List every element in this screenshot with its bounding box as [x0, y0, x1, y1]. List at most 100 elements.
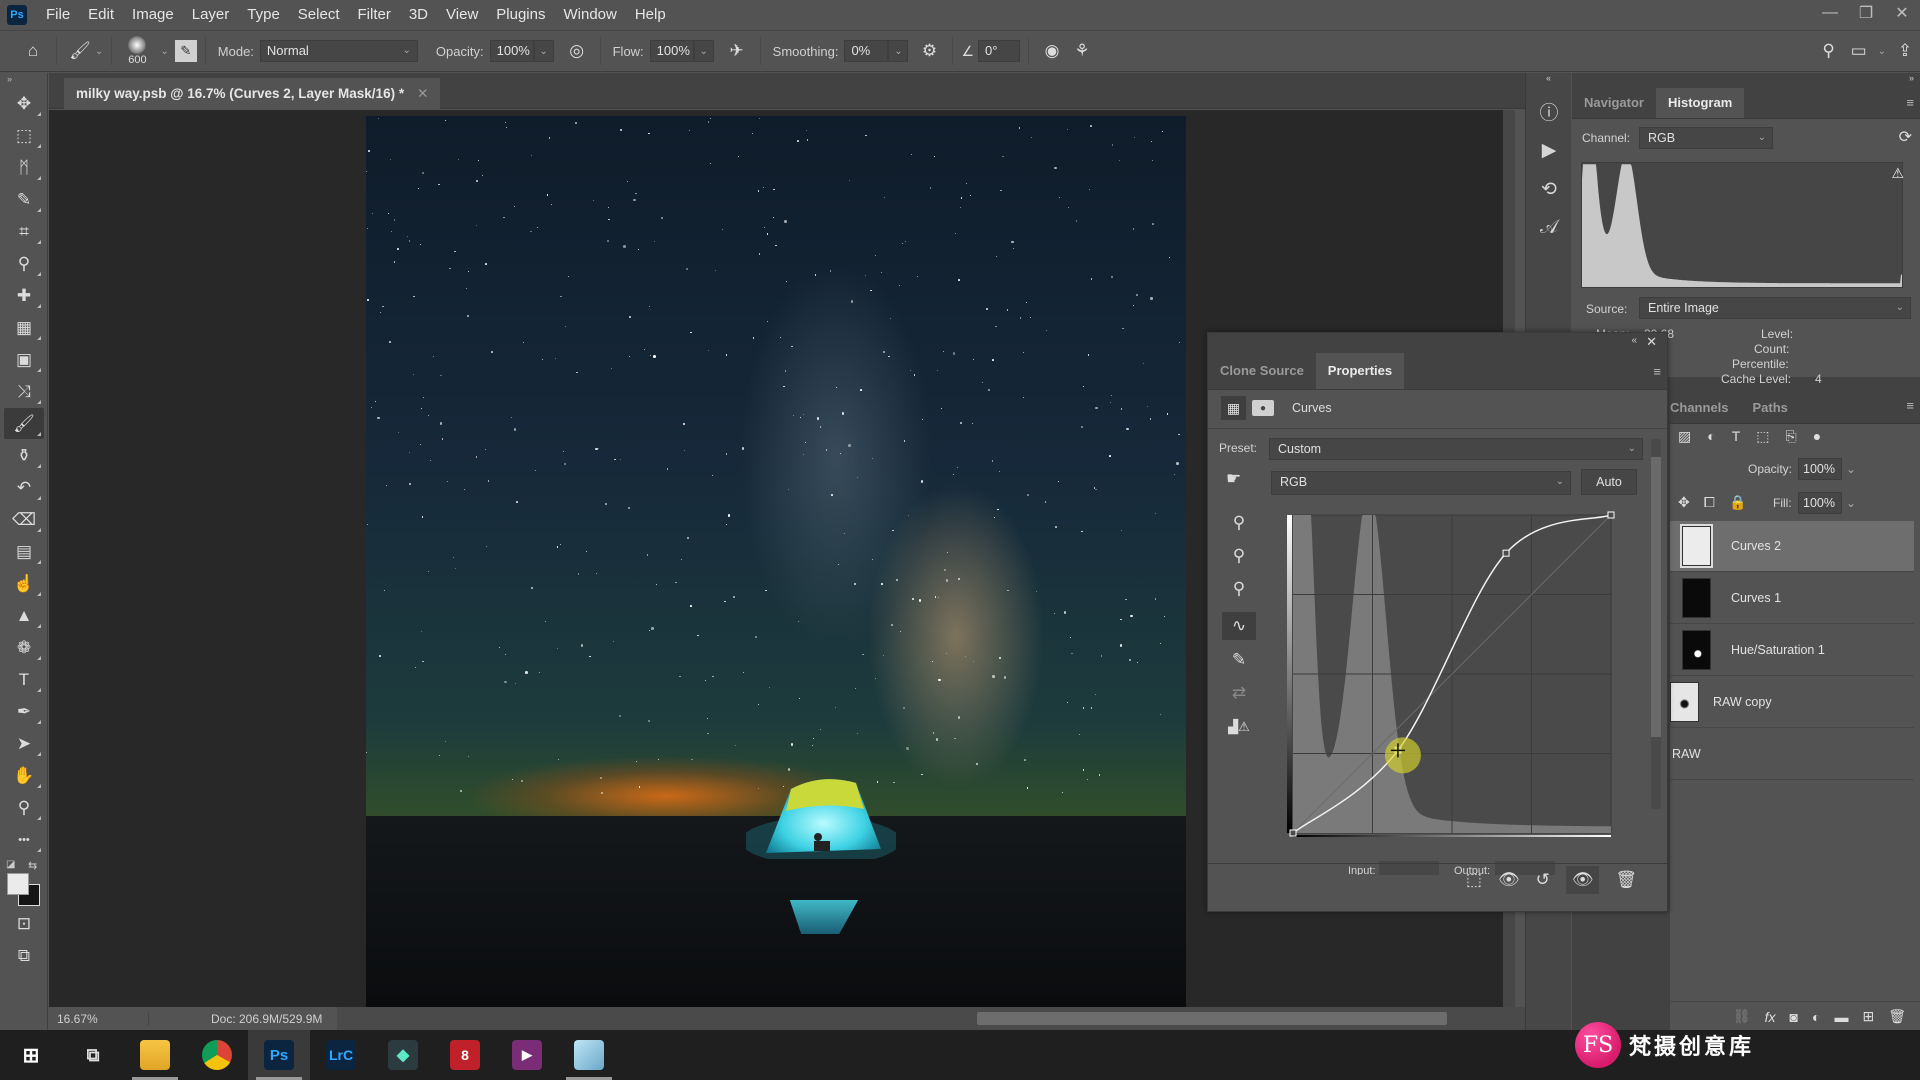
menu-view[interactable]: View — [437, 0, 487, 29]
smoothing-dropdown[interactable]: ⌄ — [888, 40, 909, 62]
path-selection-tool[interactable]: ➤ — [4, 728, 44, 759]
curve-control-point[interactable] — [1289, 829, 1297, 837]
layer-opacity-input[interactable]: 100% — [1798, 458, 1842, 480]
layer-row[interactable]: Curves 1 — [1670, 573, 1914, 624]
properties-panel-titlebar[interactable]: « ✕ — [1208, 333, 1667, 352]
spot-healing-tool[interactable]: ✚ — [4, 280, 44, 311]
chevron-down-icon[interactable]: ⌄ — [160, 46, 168, 57]
taskbar-photoshop[interactable]: Ps — [248, 1030, 310, 1080]
chevron-down-icon[interactable]: ⌄ — [1846, 496, 1856, 510]
filter-type-icon[interactable]: T — [1732, 428, 1741, 445]
reset-icon[interactable]: ↺ — [1536, 870, 1550, 890]
smudge-tool[interactable]: ☝ — [4, 568, 44, 599]
workspace-icon[interactable]: ▭ — [1844, 36, 1874, 66]
curve-control-point[interactable] — [1607, 511, 1615, 519]
flow-input[interactable]: 100% — [649, 40, 694, 62]
auto-button[interactable]: Auto — [1581, 469, 1637, 495]
pen-tool[interactable]: ✒ — [4, 696, 44, 727]
menu-3d[interactable]: 3D — [400, 0, 437, 29]
view-previous-state-icon[interactable]: 👁 — [1498, 870, 1520, 890]
filter-toggle-icon[interactable]: ● — [1813, 428, 1821, 445]
adjustment-layer-icon[interactable]: ◐ — [1812, 1009, 1820, 1025]
layer-row[interactable]: Hue/Saturation 1 — [1670, 625, 1914, 676]
channel-select[interactable]: RGB ⌄ — [1639, 127, 1773, 149]
smooth-curve-icon[interactable]: ⇄ — [1222, 679, 1256, 707]
share-icon[interactable]: ⇪ — [1890, 36, 1920, 66]
menu-image[interactable]: Image — [123, 0, 183, 29]
menu-layer[interactable]: Layer — [183, 0, 239, 29]
hand-tool[interactable]: ✋ — [4, 760, 44, 791]
lasso-tool[interactable]: ᛗ — [4, 152, 44, 183]
clip-to-layer-icon[interactable]: ⬚ — [1466, 870, 1482, 890]
new-layer-icon[interactable]: ⊞ — [1862, 1008, 1874, 1025]
layer-thumbnail[interactable] — [1670, 682, 1699, 722]
menu-file[interactable]: File — [37, 0, 79, 29]
scroll-thumb[interactable] — [1651, 457, 1661, 737]
flow-dropdown[interactable]: ⌄ — [693, 40, 714, 62]
mode-select[interactable]: Normal ⌄ — [259, 40, 418, 62]
chevron-down-icon[interactable]: ⌄ — [1846, 462, 1856, 476]
close-panel-icon[interactable]: ✕ — [1646, 334, 1657, 350]
filter-adjustment-icon[interactable]: ◐ — [1707, 428, 1715, 445]
pressure-opacity-icon[interactable]: ◎ — [562, 36, 592, 66]
taskbar-notepad[interactable] — [558, 1030, 620, 1080]
healing-brush-tool[interactable]: ▦ — [4, 312, 44, 343]
smoothing-input[interactable]: 0% — [844, 40, 889, 62]
filter-shape-icon[interactable]: ⬚ — [1756, 428, 1769, 445]
add-mask-icon[interactable]: ◙ — [1790, 1009, 1798, 1025]
zoom-tool[interactable]: ⚲ — [4, 792, 44, 823]
angle-input[interactable]: 0° — [978, 40, 1020, 62]
quick-mask-icon[interactable]: ⊡ — [4, 908, 44, 939]
clone-stamp-tool[interactable]: ⚱ — [4, 440, 44, 471]
chevron-down-icon[interactable]: ⌄ — [1878, 46, 1886, 57]
fx-icon[interactable]: fx — [1765, 1009, 1776, 1025]
gray-point-eyedropper-icon[interactable]: ⚲ — [1222, 542, 1256, 570]
minimize-button[interactable]: — — [1812, 0, 1848, 26]
source-select[interactable]: Entire Image ⌄ — [1639, 297, 1911, 319]
menu-plugins[interactable]: Plugins — [487, 0, 554, 29]
brush-tool[interactable]: 🖌 — [4, 408, 44, 439]
fill-input[interactable]: 100% — [1798, 492, 1842, 514]
swap-colors-icon[interactable]: ⇆ — [28, 859, 37, 872]
taskbar-lightroom-classic[interactable]: LrC — [310, 1030, 372, 1080]
curves-adjustment-icon[interactable]: ▦ — [1221, 396, 1246, 420]
tab-histogram[interactable]: Histogram — [1655, 88, 1745, 118]
taskbar-file-explorer[interactable] — [124, 1030, 186, 1080]
curve-points-tool-icon[interactable]: ∿ — [1222, 612, 1256, 640]
tab-navigator[interactable]: Navigator — [1572, 88, 1656, 118]
tab-clone-source[interactable]: Clone Source — [1208, 353, 1316, 389]
new-group-icon[interactable]: ▬ — [1834, 1009, 1848, 1025]
menu-filter[interactable]: Filter — [349, 0, 400, 29]
taskbar-task-view[interactable]: ⧉ — [62, 1030, 124, 1080]
targeted-adjustment-icon[interactable]: ☛ — [1226, 469, 1241, 489]
panel-menu-icon[interactable]: ≡ — [1906, 95, 1914, 110]
tab-paths[interactable]: Paths — [1741, 393, 1800, 423]
preset-select[interactable]: Custom ⌄ — [1269, 438, 1643, 460]
white-point-eyedropper-icon[interactable]: ⚲ — [1222, 575, 1256, 603]
actions-play-icon[interactable]: ▶ — [1530, 132, 1568, 168]
content-aware-move-tool[interactable]: ⤨ — [4, 376, 44, 407]
horizontal-scrollbar[interactable] — [977, 1012, 1447, 1025]
taskbar-video-app[interactable]: ▶ — [496, 1030, 558, 1080]
panel-menu-icon[interactable]: ≡ — [1653, 364, 1661, 379]
home-icon[interactable]: ⌂ — [18, 36, 48, 66]
properties-scrollbar[interactable] — [1651, 439, 1661, 809]
sharpen-tool[interactable]: ▲ — [4, 600, 44, 631]
layer-row[interactable]: RAW — [1670, 729, 1914, 780]
menu-help[interactable]: Help — [626, 0, 675, 29]
quick-selection-tool[interactable]: ✎ — [4, 184, 44, 215]
panel-menu-icon[interactable]: ≡ — [1906, 398, 1914, 413]
delete-adjustment-icon[interactable]: 🗑 — [1615, 870, 1637, 890]
taskbar-app-8[interactable]: 8 — [434, 1030, 496, 1080]
close-tab-icon[interactable]: ✕ — [417, 86, 428, 102]
pencil-draw-icon[interactable]: ✎ — [1222, 646, 1256, 674]
history-brush-tool[interactable]: ↶ — [4, 472, 44, 503]
eraser-tool[interactable]: ⌫ — [4, 504, 44, 535]
collapse-dock-icon[interactable]: » — [1572, 73, 1920, 87]
taskbar-filmora[interactable]: ◆ — [372, 1030, 434, 1080]
zoom-level[interactable]: 16.67% — [49, 1011, 149, 1026]
foreground-color[interactable] — [7, 873, 29, 895]
curves-channel-select[interactable]: RGB ⌄ — [1271, 471, 1571, 495]
layer-row[interactable]: Curves 2 — [1670, 521, 1914, 572]
collapse-icon[interactable]: « — [1526, 73, 1571, 85]
